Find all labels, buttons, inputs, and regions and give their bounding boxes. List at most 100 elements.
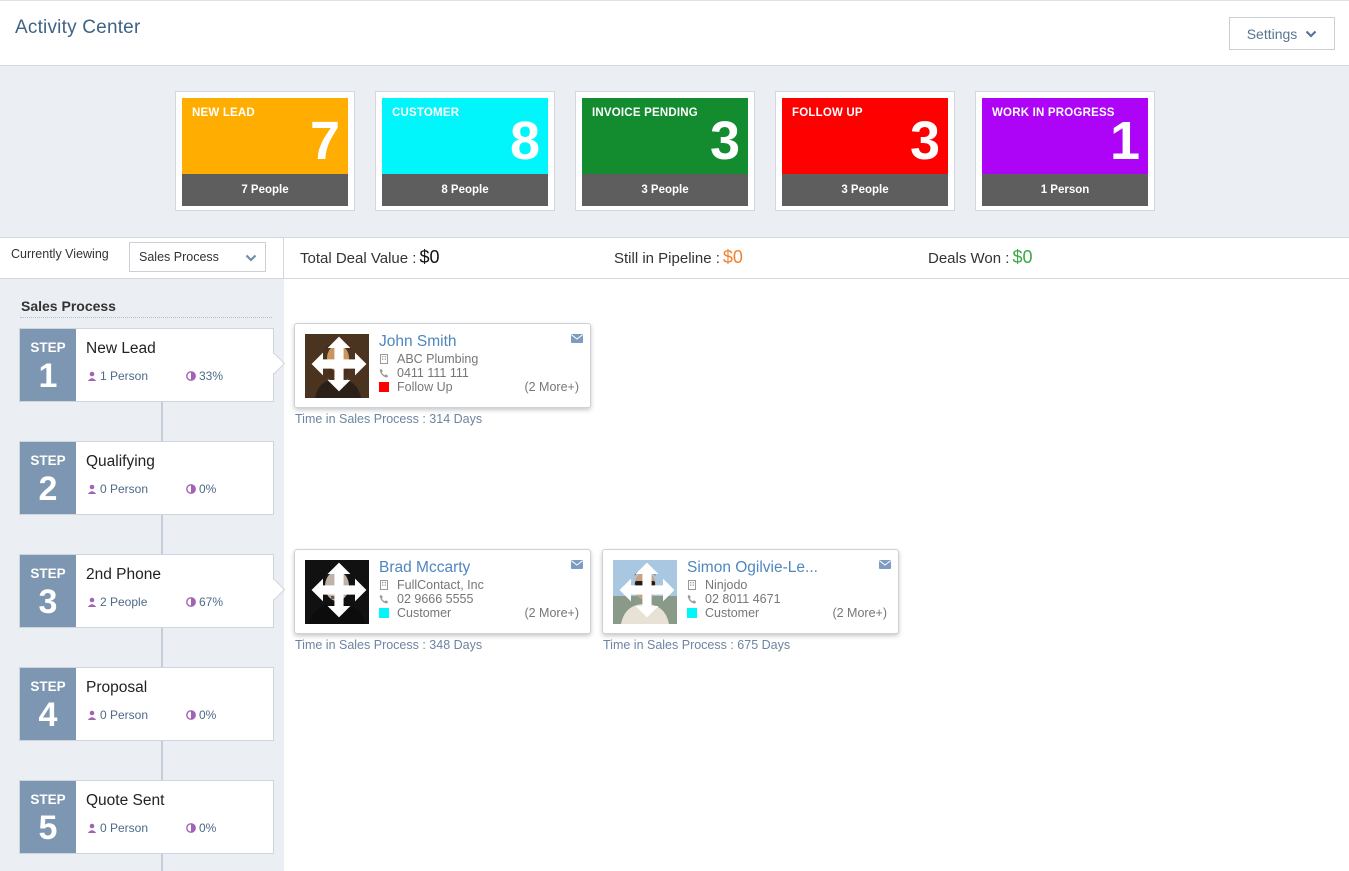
step-word: STEP <box>30 792 66 807</box>
tile-new-lead-panel: NEW LEAD 7 <box>182 98 348 174</box>
company-name: Ninjodo <box>705 578 748 592</box>
tile-count: 7 <box>309 111 340 171</box>
tile-invoice-pending[interactable]: INVOICE PENDING 3 3 People <box>575 91 755 211</box>
contact-company: FullContact, Inc <box>379 578 484 592</box>
status-label: Customer <box>397 606 452 620</box>
half-circle-icon <box>186 710 196 720</box>
deals-won-amount: $0 <box>1012 247 1033 267</box>
half-circle-icon <box>186 823 196 833</box>
avatar <box>305 334 369 398</box>
step-quote-sent[interactable]: STEP 5 Quote Sent 0 Person 0% <box>19 780 274 854</box>
tile-follow-up[interactable]: FOLLOW UP 3 3 People <box>775 91 955 211</box>
divider <box>20 317 272 318</box>
step-percent-value: 33% <box>199 369 224 383</box>
step-badge: STEP 1 <box>20 329 76 401</box>
chevron-down-icon <box>1306 30 1317 38</box>
more-tags-link[interactable]: (2 More+) <box>832 606 887 620</box>
person-icon <box>87 484 97 494</box>
pipeline-amount: $0 <box>722 247 743 267</box>
mail-icon[interactable] <box>879 560 891 569</box>
contact-name[interactable]: Brad Mccarty <box>379 559 470 577</box>
deals-won: Deals Won : $0 <box>928 247 1032 268</box>
half-circle-icon <box>186 597 196 607</box>
move-icon[interactable] <box>307 334 369 396</box>
step-percent-value: 0% <box>199 708 217 722</box>
tile-label: FOLLOW UP <box>792 107 863 119</box>
step-people-count: 1 Person <box>100 369 149 383</box>
settings-button[interactable]: Settings <box>1229 17 1335 50</box>
contact-name[interactable]: John Smith <box>379 333 457 351</box>
step-word: STEP <box>30 340 66 355</box>
process-select-value: Sales Process <box>139 250 219 264</box>
step-connector <box>161 740 163 780</box>
building-icon <box>380 354 388 364</box>
more-tags-link[interactable]: (2 More+) <box>524 606 579 620</box>
sidebar-title: Sales Process <box>21 298 116 314</box>
deals-won-label: Deals Won : <box>928 250 1010 267</box>
step-connector <box>161 627 163 667</box>
step-word: STEP <box>30 679 66 694</box>
tile-work-in-progress[interactable]: WORK IN PROGRESS 1 1 Person <box>975 91 1155 211</box>
mail-icon[interactable] <box>571 334 583 343</box>
phone-icon <box>379 368 389 378</box>
contact-status: Customer <box>379 606 451 620</box>
person-icon <box>87 597 97 607</box>
step-percent: 0% <box>186 482 216 496</box>
total-deal-value: Total Deal Value : $0 <box>300 247 440 268</box>
contact-company: Ninjodo <box>687 578 747 592</box>
tile-new-lead[interactable]: NEW LEAD 7 7 People <box>175 91 355 211</box>
tile-customer-panel: CUSTOMER 8 <box>382 98 548 174</box>
more-tags-link[interactable]: (2 More+) <box>524 380 579 394</box>
tile-people: 1 Person <box>982 174 1148 206</box>
step-qualifying[interactable]: STEP 2 Qualifying 0 Person 0% <box>19 441 274 515</box>
building-icon <box>688 580 696 590</box>
move-icon[interactable] <box>307 560 369 622</box>
tile-label: CUSTOMER <box>392 107 460 119</box>
step-proposal[interactable]: STEP 4 Proposal 0 Person 0% <box>19 667 274 741</box>
step-percent-value: 67% <box>199 595 224 609</box>
step-badge: STEP 2 <box>20 442 76 514</box>
viewing-label: Currently Viewing <box>11 247 109 261</box>
contact-card[interactable]: Brad Mccarty FullContact, Inc 02 9666 55… <box>294 549 591 634</box>
step-connector <box>161 853 163 871</box>
half-circle-icon <box>186 371 196 381</box>
contact-name[interactable]: Simon Ogilvie-Le... <box>687 559 818 577</box>
tile-count: 3 <box>709 111 740 171</box>
process-select[interactable]: Sales Process <box>129 242 266 272</box>
total-deal-label: Total Deal Value : <box>300 250 417 267</box>
person-icon <box>87 710 97 720</box>
tile-follow-up-panel: FOLLOW UP 3 <box>782 98 948 174</box>
tile-customer[interactable]: CUSTOMER 8 8 People <box>375 91 555 211</box>
status-color-square <box>379 608 389 618</box>
tile-count: 8 <box>509 111 540 171</box>
step-new-lead[interactable]: STEP 1 New Lead 1 Person 33% <box>19 328 274 402</box>
step-number: 3 <box>38 583 58 621</box>
contact-card[interactable]: John Smith ABC Plumbing 0411 111 111 Fol… <box>294 323 591 408</box>
sales-process-sidebar: Sales Process STEP 1 New Lead 1 Person 3… <box>0 279 284 871</box>
step-percent: 33% <box>186 369 223 383</box>
step-name: Qualifying <box>86 453 155 470</box>
settings-label: Settings <box>1246 25 1298 42</box>
tile-count: 1 <box>1109 111 1140 171</box>
contact-status: Customer <box>687 606 759 620</box>
step-people: 0 Person <box>87 708 148 722</box>
step-badge: STEP 3 <box>20 555 76 627</box>
step-name: 2nd Phone <box>86 566 161 583</box>
move-icon[interactable] <box>615 560 677 622</box>
contact-company: ABC Plumbing <box>379 352 478 366</box>
company-name: ABC Plumbing <box>397 352 479 366</box>
mail-icon[interactable] <box>571 560 583 569</box>
half-circle-icon <box>186 484 196 494</box>
avatar <box>305 560 369 624</box>
phone-number: 0411 111 111 <box>397 366 469 380</box>
time-in-process: Time in Sales Process : 675 Days <box>603 638 791 652</box>
step-2nd-phone[interactable]: STEP 3 2nd Phone 2 People 67% <box>19 554 274 628</box>
total-deal-amount: $0 <box>419 247 440 267</box>
contact-card[interactable]: Simon Ogilvie-Le... Ninjodo 02 8011 4671… <box>602 549 899 634</box>
status-tiles-band: NEW LEAD 7 7 People CUSTOMER 8 8 People … <box>0 66 1349 237</box>
step-people-count: 2 People <box>100 595 148 609</box>
step-percent-value: 0% <box>199 482 217 496</box>
contact-phone: 0411 111 111 <box>379 366 469 380</box>
step-name: New Lead <box>86 340 156 357</box>
step-badge: STEP 4 <box>20 668 76 740</box>
